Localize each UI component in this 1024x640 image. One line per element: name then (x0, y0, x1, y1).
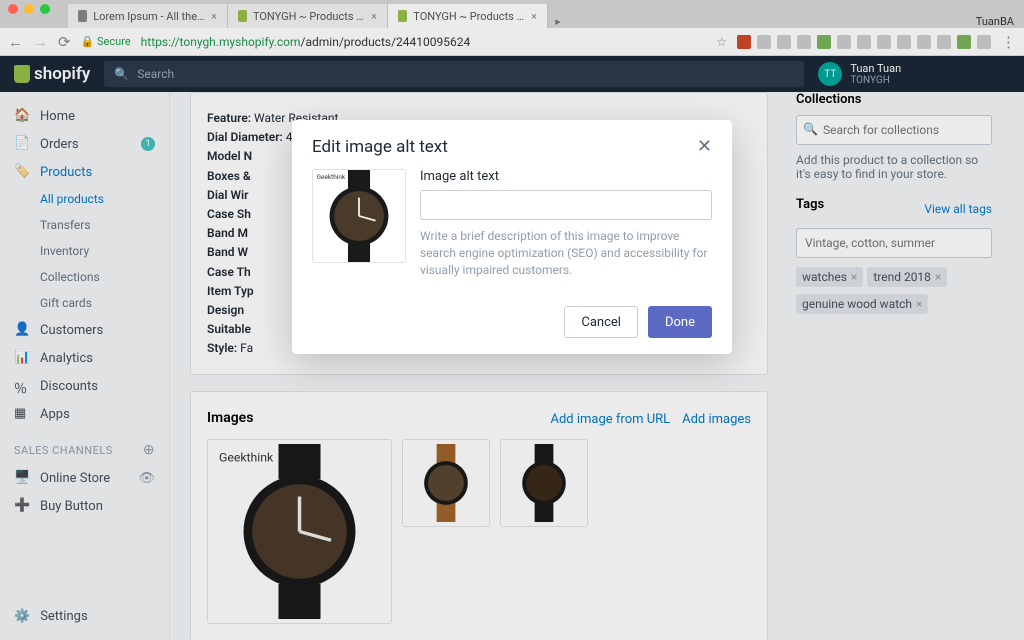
minimize-window[interactable] (24, 4, 34, 14)
edit-alt-text-modal: Edit image alt text ✕ Geekthink Image al… (292, 120, 732, 354)
svg-text:Geekthink: Geekthink (317, 173, 346, 181)
modal-title: Edit image alt text (312, 137, 448, 157)
modal-overlay: Edit image alt text ✕ Geekthink Image al… (0, 0, 1024, 640)
modal-close-button[interactable]: ✕ (697, 136, 712, 157)
maximize-window[interactable] (40, 4, 50, 14)
alt-text-label: Image alt text (420, 169, 712, 184)
cancel-button[interactable]: Cancel (564, 306, 638, 338)
done-button[interactable]: Done (648, 306, 712, 338)
close-window[interactable] (8, 4, 18, 14)
modal-image-thumb: Geekthink (312, 169, 406, 263)
alt-text-input[interactable] (420, 190, 712, 220)
alt-text-hint: Write a brief description of this image … (420, 228, 712, 278)
window-controls (8, 4, 50, 14)
